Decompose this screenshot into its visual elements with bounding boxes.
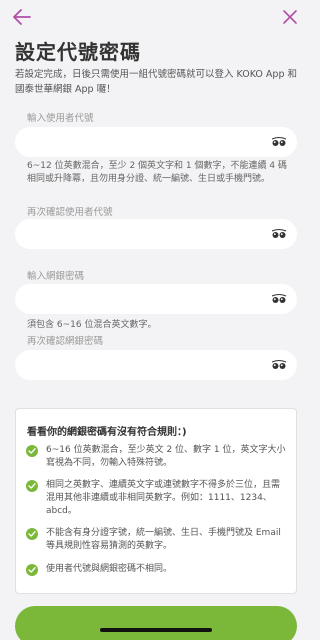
password-confirm-label: 再次確認網銀密碼 (27, 336, 104, 347)
home-indicator (100, 628, 212, 632)
password-label: 輸入網銀密碼 (27, 271, 85, 282)
user-id-label: 輸入使用者代號 (27, 113, 94, 124)
rule-text: 6~16 位英數混合，至少英文 2 位、數字 1 位，英文字大小寫視為不同，勿輸… (46, 445, 286, 468)
page-description: 若設定完成，日後只需使用一組代號密碼就可以登入 KOKO App 和國泰世華網銀… (15, 69, 297, 95)
check-circle-icon (26, 445, 38, 457)
user-id-confirm-label: 再次確認使用者代號 (27, 207, 113, 218)
user-id-field[interactable] (15, 127, 297, 157)
password-confirm-input[interactable] (27, 350, 257, 380)
password-rules-card: 看看你的網銀密碼有沒有符合規則：) 6~16 位英數混合，至少英文 2 位、數字… (15, 408, 297, 594)
top-bar (0, 0, 312, 34)
rule-text: 使用者代號與網銀密碼不相同。 (46, 564, 173, 574)
password-field[interactable] (15, 284, 297, 314)
user-id-hint: 6~12 位英數混合，至少 2 個英文字和 1 個數字，不能連續 4 碼相同或升… (27, 161, 287, 184)
password-hint: 須包含 6~16 位混合英文數字。 (27, 320, 157, 330)
user-id-confirm-field[interactable] (15, 219, 297, 249)
rules-title: 看看你的網銀密碼有沒有符合規則：) (27, 427, 187, 438)
close-button[interactable] (282, 9, 298, 25)
eye-closed-icon[interactable] (271, 228, 287, 240)
user-id-input[interactable] (27, 127, 257, 157)
password-input[interactable] (27, 284, 257, 314)
user-id-confirm-input[interactable] (27, 219, 257, 249)
back-button[interactable] (12, 8, 32, 26)
eye-closed-icon[interactable] (271, 136, 287, 148)
check-circle-icon (26, 480, 38, 492)
eye-closed-icon[interactable] (271, 293, 287, 305)
rule-text: 不能含有身分證字號，統一編號、生日、手機門號及 Email 等具規則性容易猜測的… (46, 528, 281, 551)
page-title: 設定代號密碼 (15, 40, 141, 64)
submit-button[interactable] (15, 606, 297, 640)
close-icon (283, 10, 297, 24)
check-circle-icon (26, 564, 38, 576)
check-circle-icon (26, 528, 38, 540)
rule-text: 相同之英數字、連續英文字或連號數字不得多於三位，且需混用其他非連續或非相同英數字… (46, 480, 281, 516)
eye-closed-icon[interactable] (271, 359, 287, 371)
back-arrow-icon (13, 9, 31, 25)
password-confirm-field[interactable] (15, 350, 297, 380)
